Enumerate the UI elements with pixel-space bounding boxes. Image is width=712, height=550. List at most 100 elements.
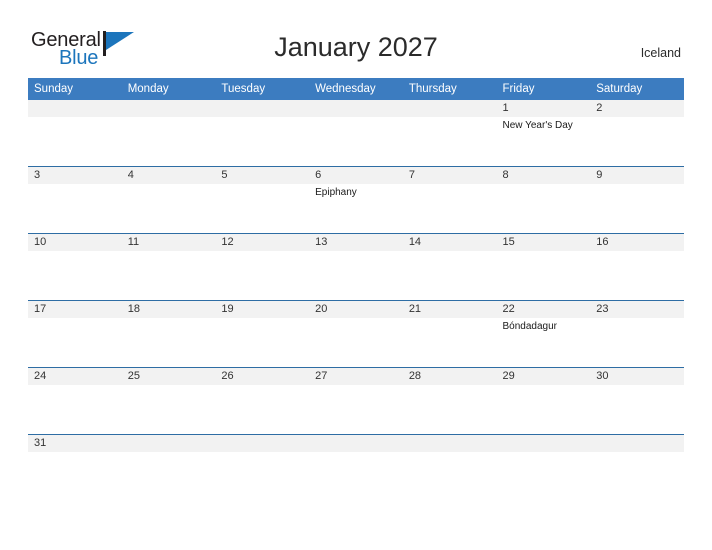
day-cell-body: 13 xyxy=(309,234,403,300)
calendar-day-cell[interactable]: 24 xyxy=(28,367,122,435)
day-number: 23 xyxy=(590,301,684,318)
calendar-empty-cell xyxy=(309,100,403,167)
calendar-day-cell[interactable]: 4 xyxy=(121,166,216,234)
day-cell-body: 29 xyxy=(496,368,591,434)
calendar-day-cell[interactable]: 23 xyxy=(590,300,684,368)
calendar-day-cell[interactable]: 5 xyxy=(215,166,310,234)
day-number: 5 xyxy=(215,167,310,184)
day-number: 12 xyxy=(215,234,310,251)
calendar-day-cell[interactable]: 20 xyxy=(309,300,403,368)
weekday-header-saturday: Saturday xyxy=(590,78,684,100)
calendar-body: 1 New Year's Day 2 3 4 5 6 Epiphany 7 8 9 10 11 12 13 1… xyxy=(28,100,684,457)
day-number: 22 xyxy=(496,301,591,318)
holiday-label: Bóndadagur xyxy=(502,321,558,332)
calendar-day-cell[interactable]: 28 xyxy=(402,367,497,435)
day-number: 19 xyxy=(215,301,310,318)
day-cell-body: 31 xyxy=(28,435,122,457)
calendar-day-cell[interactable]: 1 New Year's Day xyxy=(496,100,591,167)
day-cell-body: 12 xyxy=(215,234,310,300)
day-cell-body xyxy=(590,435,684,457)
day-number xyxy=(28,100,122,117)
calendar-week-row: 24 25 26 27 28 29 30 xyxy=(28,367,684,435)
day-number: 16 xyxy=(590,234,684,251)
weekday-header-tuesday: Tuesday xyxy=(215,78,310,100)
weekday-header-sunday: Sunday xyxy=(28,78,122,100)
day-cell-body xyxy=(28,100,122,166)
calendar-day-cell[interactable]: 11 xyxy=(121,233,216,301)
day-number xyxy=(215,100,310,117)
calendar-day-cell[interactable]: 8 xyxy=(496,166,591,234)
day-cell-body xyxy=(215,100,310,166)
day-cell-body: 8 xyxy=(496,167,591,233)
day-number: 11 xyxy=(121,234,216,251)
calendar-day-cell[interactable]: 17 xyxy=(28,300,122,368)
calendar-week-row: 17 18 19 20 21 22 Bóndadagur 23 xyxy=(28,300,684,368)
day-number: 2 xyxy=(590,100,684,117)
calendar-day-cell[interactable]: 12 xyxy=(215,233,310,301)
day-number: 3 xyxy=(28,167,122,184)
day-cell-body: 20 xyxy=(309,301,403,367)
day-cell-body: 17 xyxy=(28,301,122,367)
day-number xyxy=(121,100,216,117)
calendar-day-cell[interactable]: 14 xyxy=(402,233,497,301)
day-number xyxy=(402,100,497,117)
day-cell-body: 3 xyxy=(28,167,122,233)
day-cell-body: 14 xyxy=(402,234,497,300)
day-cell-body xyxy=(402,435,497,457)
weekday-header-row: Sunday Monday Tuesday Wednesday Thursday Frid… xyxy=(28,78,684,100)
day-cell-body xyxy=(402,100,497,166)
day-cell-body: 4 xyxy=(121,167,216,233)
calendar-empty-cell xyxy=(121,100,216,167)
calendar-week-row: 3 4 5 6 Epiphany 7 8 9 xyxy=(28,166,684,234)
calendar-day-cell[interactable]: 6 Epiphany xyxy=(309,166,403,234)
calendar-day-cell[interactable]: 7 xyxy=(402,166,497,234)
calendar-day-cell[interactable]: 29 xyxy=(496,367,591,435)
page-title: January 2027 xyxy=(274,32,438,62)
calendar-day-cell[interactable]: 21 xyxy=(402,300,497,368)
day-events: Bóndadagur xyxy=(497,318,591,333)
calendar-day-cell[interactable]: 13 xyxy=(309,233,403,301)
day-cell-body: 15 xyxy=(496,234,591,300)
calendar-day-cell[interactable]: 31 xyxy=(28,434,122,457)
calendar-day-cell[interactable]: 22 Bóndadagur xyxy=(496,300,591,368)
calendar-day-cell[interactable]: 19 xyxy=(215,300,310,368)
calendar-day-cell[interactable]: 30 xyxy=(590,367,684,435)
day-number: 26 xyxy=(215,368,310,385)
calendar-day-cell[interactable]: 10 xyxy=(28,233,122,301)
calendar-day-cell[interactable]: 18 xyxy=(121,300,216,368)
calendar-day-cell[interactable]: 3 xyxy=(28,166,122,234)
day-number: 27 xyxy=(309,368,403,385)
day-cell-body: 1 New Year's Day xyxy=(496,100,591,166)
day-cell-body xyxy=(121,435,216,457)
day-cell-body: 7 xyxy=(402,167,497,233)
day-cell-body xyxy=(496,435,591,457)
day-number xyxy=(309,100,403,117)
day-cell-body: 6 Epiphany xyxy=(309,167,403,233)
day-cell-body: 9 xyxy=(590,167,684,233)
day-cell-body: 5 xyxy=(215,167,310,233)
day-number: 21 xyxy=(402,301,497,318)
day-number: 28 xyxy=(402,368,497,385)
calendar-day-cell[interactable]: 27 xyxy=(309,367,403,435)
day-cell-body: 18 xyxy=(121,301,216,367)
calendar-empty-cell xyxy=(215,434,310,457)
calendar-day-cell[interactable]: 9 xyxy=(590,166,684,234)
day-cell-body: 23 xyxy=(590,301,684,367)
day-cell-body xyxy=(215,435,310,457)
calendar-header-row: Sunday Monday Tuesday Wednesday Thursday Frid… xyxy=(28,78,684,100)
day-number: 7 xyxy=(402,167,497,184)
day-cell-body: 19 xyxy=(215,301,310,367)
day-number: 20 xyxy=(309,301,403,318)
calendar-day-cell[interactable]: 15 xyxy=(496,233,591,301)
calendar-week-row: 1 New Year's Day 2 xyxy=(28,100,684,167)
calendar-empty-cell xyxy=(309,434,403,457)
calendar-day-cell[interactable]: 25 xyxy=(121,367,216,435)
day-number: 14 xyxy=(402,234,497,251)
calendar-day-cell[interactable]: 2 xyxy=(590,100,684,167)
day-cell-body: 28 xyxy=(402,368,497,434)
weekday-header-friday: Friday xyxy=(496,78,591,100)
calendar-day-cell[interactable]: 26 xyxy=(215,367,310,435)
day-cell-body: 16 xyxy=(590,234,684,300)
day-cell-body: 30 xyxy=(590,368,684,434)
calendar-day-cell[interactable]: 16 xyxy=(590,233,684,301)
